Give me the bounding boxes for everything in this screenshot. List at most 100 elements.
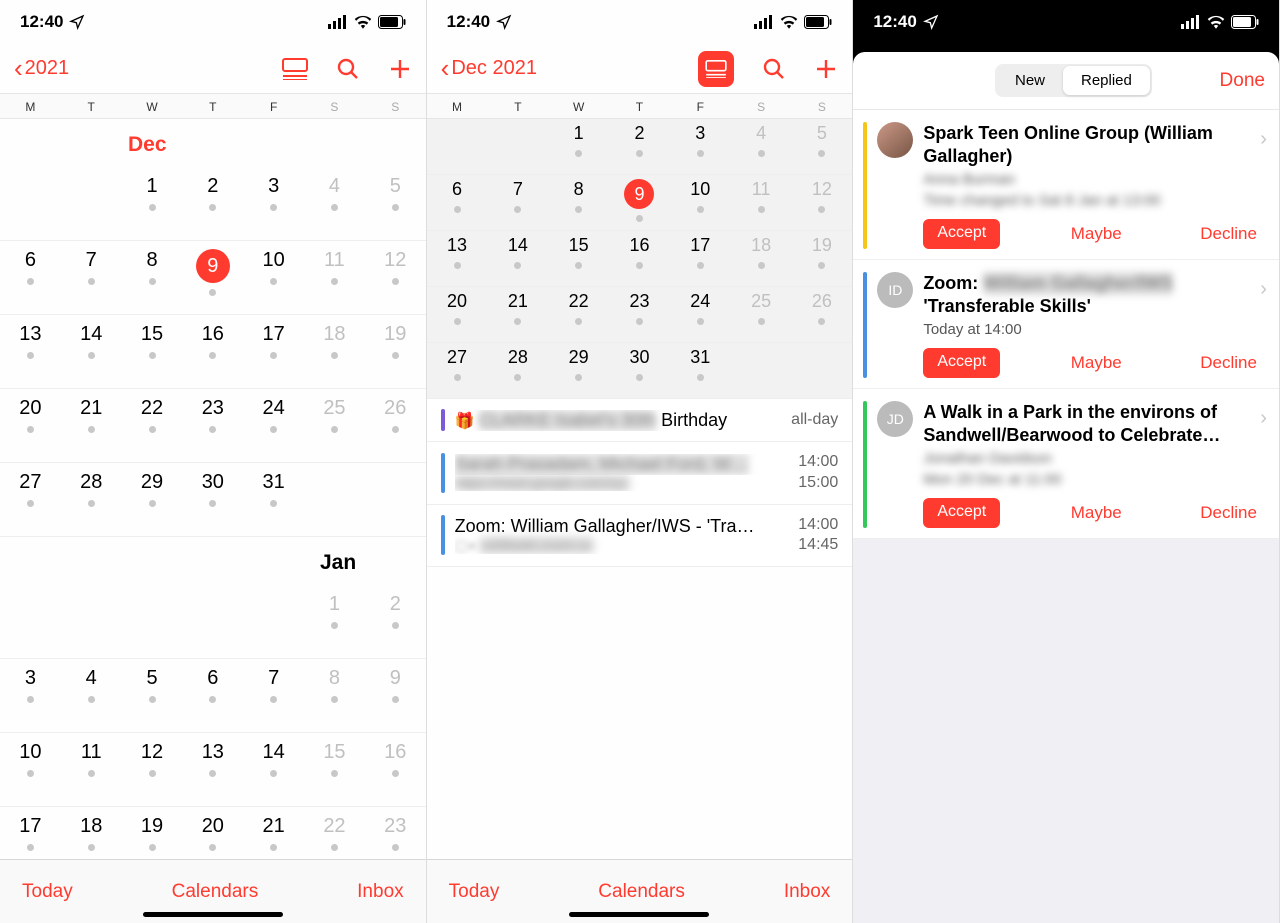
- search-button[interactable]: [336, 57, 360, 81]
- accept-button[interactable]: Accept: [923, 498, 1000, 528]
- back-button[interactable]: ‹ Dec 2021: [441, 53, 537, 84]
- calendar-day[interactable]: 17: [0, 807, 61, 859]
- calendars-button[interactable]: Calendars: [172, 881, 259, 903]
- calendar-day[interactable]: 12: [122, 733, 183, 806]
- list-toggle-button[interactable]: [282, 58, 308, 80]
- calendar-day[interactable]: 29: [548, 343, 609, 398]
- calendar-day[interactable]: 15: [304, 733, 365, 806]
- calendar-day[interactable]: 7: [61, 241, 122, 314]
- home-indicator[interactable]: [143, 912, 283, 917]
- calendar-day[interactable]: 21: [487, 287, 548, 342]
- calendars-button[interactable]: Calendars: [598, 881, 685, 903]
- calendar-day[interactable]: 2: [609, 119, 670, 174]
- calendar-day[interactable]: 5: [122, 659, 183, 732]
- inbox-button[interactable]: Inbox: [357, 881, 403, 903]
- month-label-jan[interactable]: Jan: [0, 537, 426, 585]
- calendar-day[interactable]: 5: [365, 167, 426, 240]
- today-button[interactable]: Today: [449, 881, 500, 903]
- calendar-day[interactable]: 18: [304, 315, 365, 388]
- calendar-day[interactable]: 30: [609, 343, 670, 398]
- calendar-day[interactable]: 25: [731, 287, 792, 342]
- calendar-day[interactable]: 14: [61, 315, 122, 388]
- invite-card[interactable]: JDA Walk in a Park in the environs of Sa…: [853, 389, 1279, 539]
- calendar-day[interactable]: 3: [670, 119, 731, 174]
- calendar-day[interactable]: 14: [487, 231, 548, 286]
- today-button[interactable]: Today: [22, 881, 73, 903]
- calendar-day[interactable]: 10: [243, 241, 304, 314]
- month-label-dec[interactable]: Dec: [0, 119, 426, 167]
- calendar-day[interactable]: 5: [792, 119, 853, 174]
- decline-button[interactable]: Decline: [1192, 348, 1265, 378]
- calendar-day[interactable]: 26: [365, 389, 426, 462]
- calendar-day[interactable]: 4: [61, 659, 122, 732]
- calendar-day[interactable]: 16: [365, 733, 426, 806]
- calendar-day[interactable]: 23: [609, 287, 670, 342]
- calendar-day[interactable]: 9: [182, 241, 243, 314]
- calendar-day[interactable]: 6: [427, 175, 488, 230]
- calendar-day[interactable]: 28: [487, 343, 548, 398]
- calendar-day[interactable]: 13: [0, 315, 61, 388]
- calendar-day[interactable]: 11: [304, 241, 365, 314]
- calendar-day[interactable]: 27: [427, 343, 488, 398]
- calendar-day[interactable]: 16: [609, 231, 670, 286]
- calendar-day[interactable]: 1: [122, 167, 183, 240]
- calendar-day[interactable]: 12: [792, 175, 853, 230]
- calendar-day[interactable]: 3: [0, 659, 61, 732]
- calendar-day[interactable]: 27: [0, 463, 61, 536]
- calendar-day[interactable]: 31: [243, 463, 304, 536]
- calendar-day[interactable]: 20: [0, 389, 61, 462]
- accept-button[interactable]: Accept: [923, 219, 1000, 249]
- calendar-day[interactable]: 17: [243, 315, 304, 388]
- calendar-day[interactable]: 15: [548, 231, 609, 286]
- calendar-day[interactable]: 31: [670, 343, 731, 398]
- calendar-day[interactable]: 22: [548, 287, 609, 342]
- calendar-day[interactable]: 16: [182, 315, 243, 388]
- calendar-day[interactable]: 18: [61, 807, 122, 859]
- calendar-day[interactable]: 8: [122, 241, 183, 314]
- calendar-day[interactable]: 11: [61, 733, 122, 806]
- calendar-day[interactable]: 12: [365, 241, 426, 314]
- calendar-day[interactable]: 26: [792, 287, 853, 342]
- calendar-day[interactable]: 9: [609, 175, 670, 230]
- list-toggle-button-active[interactable]: [698, 51, 734, 87]
- calendar-day[interactable]: 9: [365, 659, 426, 732]
- event-row[interactable]: Sarah Prasadam, Michael Ford, W…https://…: [427, 442, 853, 505]
- calendar-day[interactable]: 21: [243, 807, 304, 859]
- segment-replied[interactable]: Replied: [1063, 66, 1150, 95]
- calendar-day[interactable]: 19: [365, 315, 426, 388]
- calendar-day[interactable]: 4: [731, 119, 792, 174]
- calendar-day[interactable]: 11: [731, 175, 792, 230]
- calendar-day[interactable]: 10: [670, 175, 731, 230]
- calendar-day[interactable]: 1: [304, 585, 365, 658]
- calendar-day[interactable]: 10: [0, 733, 61, 806]
- calendar-day[interactable]: 20: [182, 807, 243, 859]
- calendar-day[interactable]: 22: [304, 807, 365, 859]
- inbox-button[interactable]: Inbox: [784, 881, 830, 903]
- maybe-button[interactable]: Maybe: [1063, 498, 1130, 528]
- calendar-day[interactable]: 19: [792, 231, 853, 286]
- calendar-day[interactable]: 15: [122, 315, 183, 388]
- calendar-day[interactable]: 6: [182, 659, 243, 732]
- invite-card[interactable]: IDZoom: William Gallagher/IWS'Transferab…: [853, 260, 1279, 389]
- event-row[interactable]: 🎁CLARKE Isabel's 30th Birthdayall-day: [427, 399, 853, 442]
- calendar-day[interactable]: 18: [731, 231, 792, 286]
- calendar-day[interactable]: 2: [182, 167, 243, 240]
- calendar-day[interactable]: 21: [61, 389, 122, 462]
- calendar-day[interactable]: 24: [243, 389, 304, 462]
- calendar-day[interactable]: 13: [182, 733, 243, 806]
- segment-new[interactable]: New: [997, 66, 1063, 95]
- calendar-day[interactable]: 4: [304, 167, 365, 240]
- done-button[interactable]: Done: [1220, 70, 1265, 92]
- calendar-day[interactable]: 24: [670, 287, 731, 342]
- home-indicator[interactable]: [569, 912, 709, 917]
- calendar-day[interactable]: 23: [365, 807, 426, 859]
- add-button[interactable]: [814, 57, 838, 81]
- calendar-day[interactable]: 25: [304, 389, 365, 462]
- calendar-day[interactable]: 19: [122, 807, 183, 859]
- event-row[interactable]: Zoom: William Gallagher/IWS - 'Tra…▢◗ us…: [427, 505, 853, 568]
- back-button[interactable]: ‹ 2021: [14, 53, 69, 84]
- calendar-day[interactable]: 30: [182, 463, 243, 536]
- calendar-day[interactable]: 29: [122, 463, 183, 536]
- calendar-day[interactable]: 22: [122, 389, 183, 462]
- search-button[interactable]: [762, 57, 786, 81]
